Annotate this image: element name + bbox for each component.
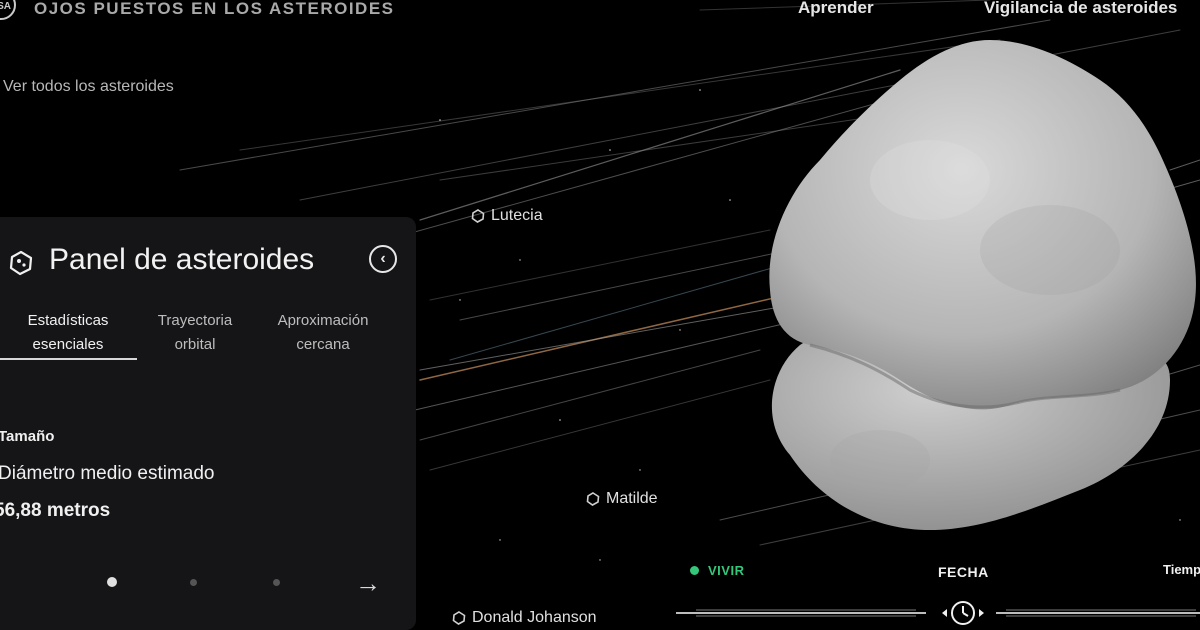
view-all-asteroids-link[interactable]: Ver todos los asteroides [3, 78, 174, 96]
clock-icon[interactable] [942, 601, 984, 625]
diameter-label: Diámetro medio estimado [0, 463, 215, 484]
asteroid-marker-icon [586, 492, 600, 506]
site-title[interactable]: OJOS PUESTOS EN LOS ASTEROIDES [34, 0, 395, 19]
poi-lutecia[interactable]: Lutecia [471, 207, 543, 225]
pagination-dot-active[interactable] [107, 577, 117, 587]
chevron-left-icon: ‹ [380, 250, 386, 267]
live-label: VIVIR [708, 563, 745, 578]
poi-label: Donald Johanson [472, 609, 597, 626]
tab-estadisticas-esenciales[interactable]: Estadísticas esenciales [0, 309, 136, 357]
asteroid-marker-icon [471, 209, 485, 223]
time-control[interactable]: Tiempo [1163, 562, 1200, 577]
next-arrow-icon[interactable]: → [355, 568, 381, 599]
pagination-dot[interactable] [190, 579, 197, 586]
time-slider[interactable] [676, 598, 1200, 628]
poi-label: Lutecia [491, 207, 543, 224]
asteroid-panel [0, 217, 416, 630]
asteroid-marker-icon [452, 611, 466, 625]
top-bar: SA OJOS PUESTOS EN LOS ASTEROIDES Aprend… [0, 0, 1200, 30]
size-heading: Tamaño [0, 428, 55, 445]
panel-title: Panel de asteroides [49, 243, 315, 276]
nasa-logo[interactable]: SA [0, 0, 16, 20]
tab-aproximacion-cercana[interactable]: Aproximación cercana [258, 309, 388, 357]
tab-trayectoria-orbital[interactable]: Trayectoria orbital [140, 309, 250, 357]
poi-label: Matilde [606, 490, 658, 507]
date-control[interactable]: FECHA [938, 564, 989, 580]
live-button[interactable]: VIVIR [690, 563, 744, 578]
nav-link-vigilancia[interactable]: Vigilancia de asteroides [984, 0, 1177, 18]
asteroid-icon [9, 250, 33, 276]
nav-link-aprender[interactable]: Aprender [798, 0, 874, 18]
active-tab-indicator [0, 358, 137, 360]
diameter-value: 56,88 metros [0, 500, 111, 521]
poi-donald-johanson[interactable]: Donald Johanson [452, 609, 597, 627]
asteroid-model[interactable] [769, 40, 1196, 530]
pagination-dot[interactable] [273, 579, 280, 586]
poi-matilde[interactable]: Matilde [586, 490, 658, 508]
live-indicator-icon [690, 566, 699, 575]
collapse-panel-button[interactable]: ‹ [369, 245, 397, 273]
